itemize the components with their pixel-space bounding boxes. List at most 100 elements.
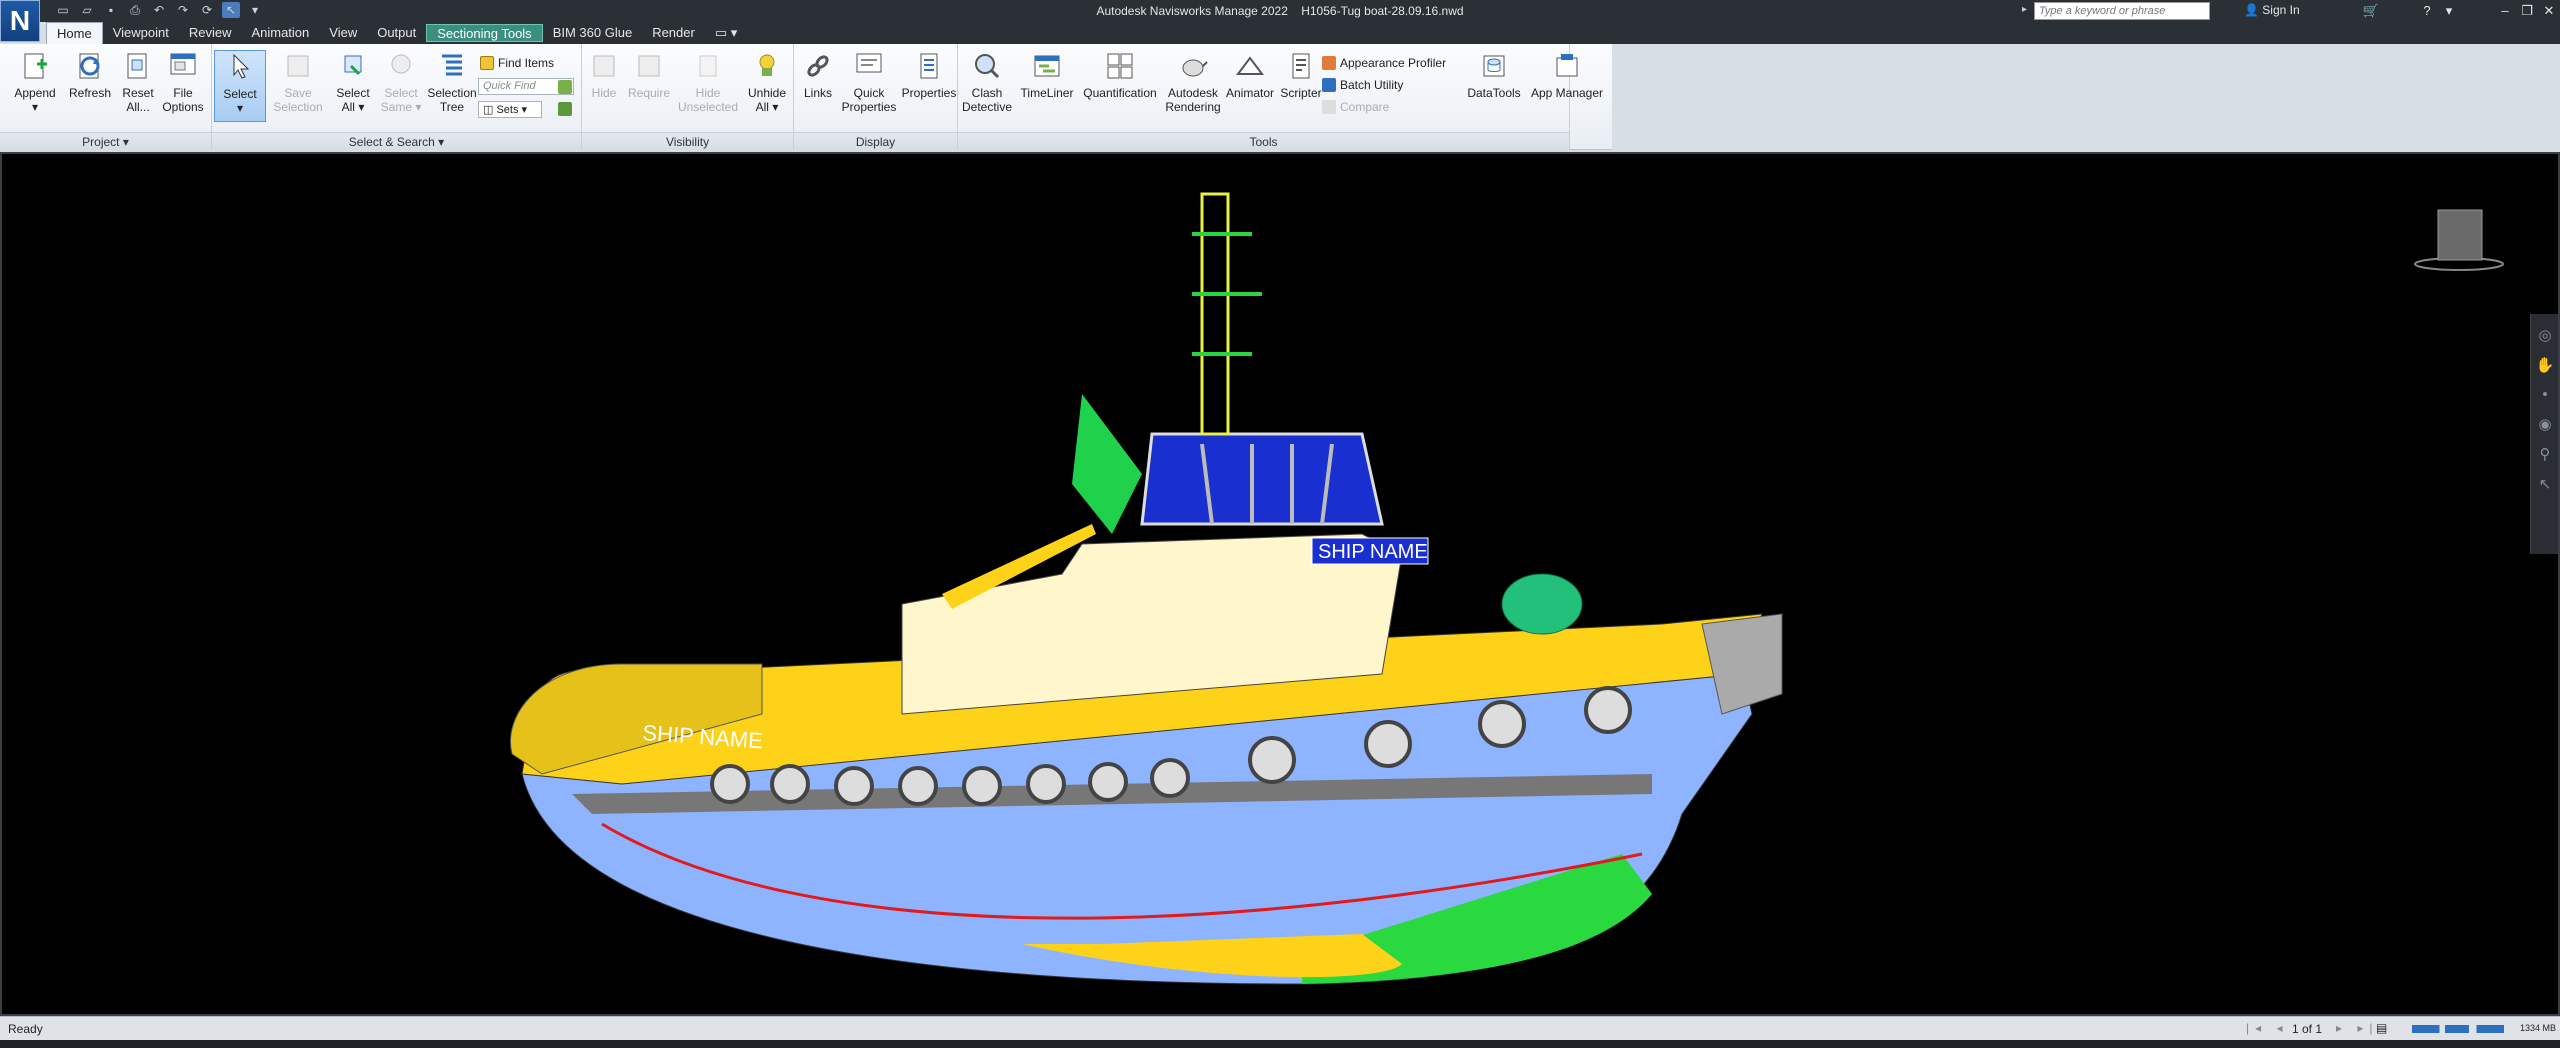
sign-in-button[interactable]: 👤 Sign In	[2244, 3, 2300, 17]
hide-unselected-button[interactable]: Hide Unselected	[674, 50, 742, 114]
tab-view[interactable]: View	[319, 22, 367, 44]
timeliner-icon	[1034, 55, 1060, 77]
file-name: H1056-Tug boat-28.09.16.nwd	[1301, 4, 1464, 18]
restore-icon[interactable]: ❐	[2516, 0, 2538, 22]
scripter-button[interactable]: Scripter	[1276, 50, 1326, 100]
clash-detective-button[interactable]: Clash Detective	[958, 50, 1016, 114]
tab-viewpoint[interactable]: Viewpoint	[103, 22, 179, 44]
tab-output[interactable]: Output	[367, 22, 426, 44]
find-items-button[interactable]: Find Items	[480, 56, 554, 70]
tab-render[interactable]: Render	[642, 22, 705, 44]
panel-label-select-search[interactable]: Select & Search ▾	[212, 132, 581, 150]
hide-button[interactable]: Hide	[584, 50, 624, 100]
app-manager-icon	[1556, 54, 1578, 77]
animator-button[interactable]: Animator	[1224, 50, 1276, 100]
sets-icon: ◫	[483, 104, 494, 116]
ribbon: Append ▾ Refresh Reset All... File Options …	[0, 44, 1612, 150]
links-button[interactable]: Links	[798, 50, 838, 100]
save-icon[interactable]: ▪	[102, 2, 120, 18]
select-same-icon	[391, 54, 411, 74]
animator-icon	[1236, 56, 1264, 75]
find-items-icon	[480, 56, 494, 70]
select-tool-icon[interactable]: ↖	[2531, 475, 2558, 493]
appearance-profiler-button[interactable]: Appearance Profiler	[1322, 56, 1446, 70]
timeliner-button[interactable]: TimeLiner	[1016, 50, 1078, 100]
batch-utility-button[interactable]: Batch Utility	[1322, 78, 1403, 92]
pan-icon[interactable]: ✋	[2531, 356, 2558, 374]
quick-properties-button[interactable]: Quick Properties	[838, 50, 900, 114]
datatools-button[interactable]: DataTools	[1462, 50, 1526, 100]
3d-viewport[interactable]: SHIP NAME SHIP NAME ◎ ✋ • ◉ ⚲ ↖	[0, 152, 2560, 1016]
file-options-button[interactable]: File Options	[160, 50, 206, 114]
search-expand-icon[interactable]: ▸	[2022, 4, 2027, 15]
require-button[interactable]: Require	[624, 50, 674, 100]
tab-bim360-glue[interactable]: BIM 360 Glue	[543, 22, 643, 44]
unhide-all-button[interactable]: Unhide All ▾	[742, 50, 792, 114]
cart-icon[interactable]: 🛒	[2360, 0, 2382, 22]
sheet-navigation[interactable]: |◂ ◂	[2246, 1021, 2289, 1035]
application-menu-button[interactable]: N	[0, 0, 40, 42]
window-bottom-edge	[0, 1040, 2560, 1048]
funnel-green	[1072, 394, 1142, 534]
refresh-icon[interactable]: ⟳	[198, 2, 216, 18]
manage-sets-button[interactable]	[558, 102, 572, 116]
tab-home[interactable]: Home	[46, 22, 103, 44]
selection-tree-button[interactable]: Selection Tree	[424, 50, 480, 114]
append-button[interactable]: Append ▾	[10, 50, 60, 114]
orbit-icon[interactable]: ◉	[2531, 415, 2558, 433]
window-controls: 🛒 ? ▾ – ❐ ✕	[2360, 0, 2560, 22]
help-search-input[interactable]: Type a keyword or phrase	[2034, 2, 2210, 20]
status-bar: Ready |◂ ◂ 1 of 1 ▸ ▸| ▤ 1334 MB	[0, 1016, 2560, 1040]
quantification-button[interactable]: Quantification	[1078, 50, 1162, 100]
ribbon-tabs: Home Viewpoint Review Animation View Out…	[46, 22, 2560, 44]
sets-dropdown[interactable]: ◫ Sets ▾	[478, 101, 542, 118]
app-manager-button[interactable]: App Manager	[1528, 50, 1606, 100]
status-text: Ready	[8, 1022, 43, 1036]
refresh-button[interactable]: Refresh	[64, 50, 116, 100]
sheet-navigation-next[interactable]: ▸ ▸|	[2336, 1021, 2379, 1035]
appearance-profiler-icon	[1322, 56, 1336, 70]
quick-access-toolbar: ▭ ▱ ▪ ⎙ ↶ ↷ ⟳ ↖ ▾	[54, 2, 264, 18]
properties-button[interactable]: Properties	[900, 50, 958, 100]
help-dropdown-icon[interactable]: ▾	[2438, 0, 2460, 22]
panel-label-project[interactable]: Project ▾	[0, 132, 211, 150]
unhide-all-icon	[759, 54, 775, 76]
tab-extra-dropdown[interactable]: ▭ ▾	[705, 22, 747, 44]
steering-wheel-icon[interactable]: ◎	[2531, 326, 2558, 344]
save-selection-button[interactable]: Save Selection	[268, 50, 328, 114]
compare-button[interactable]: Compare	[1322, 100, 1389, 114]
select-cursor-icon[interactable]: ↖	[222, 2, 240, 18]
tab-sectioning-tools[interactable]: Sectioning Tools	[426, 24, 543, 42]
refresh-icon	[79, 53, 100, 79]
autodesk-rendering-button[interactable]: Autodesk Rendering	[1162, 50, 1224, 114]
undo-icon[interactable]: ↶	[150, 2, 168, 18]
zoom-icon[interactable]: •	[2531, 386, 2558, 403]
tab-animation[interactable]: Animation	[241, 22, 319, 44]
save-selection-icon	[287, 55, 309, 77]
tab-review[interactable]: Review	[179, 22, 242, 44]
file-options-icon	[170, 53, 196, 75]
panel-tools: Clash Detective TimeLiner Quantification …	[958, 44, 1570, 150]
look-icon[interactable]: ⚲	[2531, 445, 2558, 463]
select-same-button[interactable]: Select Same ▾	[378, 50, 424, 114]
qat-dropdown-icon[interactable]: ▾	[246, 2, 264, 18]
minimize-icon[interactable]: –	[2494, 0, 2516, 22]
batch-utility-icon	[1322, 78, 1336, 92]
close-icon[interactable]: ✕	[2538, 0, 2560, 22]
print-icon[interactable]: ⎙	[126, 2, 144, 18]
reset-all-button[interactable]: Reset All...	[118, 50, 158, 114]
viewcube[interactable]	[2414, 206, 2504, 281]
properties-icon	[920, 53, 938, 79]
help-icon[interactable]: ?	[2416, 0, 2438, 22]
redo-icon[interactable]: ↷	[174, 2, 192, 18]
sheet-browser-icon[interactable]: ▤	[2376, 1021, 2387, 1035]
compare-icon	[1322, 100, 1336, 114]
tugboat-model[interactable]: SHIP NAME SHIP NAME	[2, 154, 2558, 1014]
panel-label-display: Display	[794, 132, 957, 150]
quick-find-go-button[interactable]	[558, 80, 572, 94]
open-file-icon[interactable]: ▱	[78, 2, 96, 18]
new-file-icon[interactable]: ▭	[54, 2, 72, 18]
select-button[interactable]: Select ▾	[214, 50, 266, 122]
require-icon	[638, 55, 660, 77]
select-all-button[interactable]: Select All ▾	[328, 50, 378, 114]
